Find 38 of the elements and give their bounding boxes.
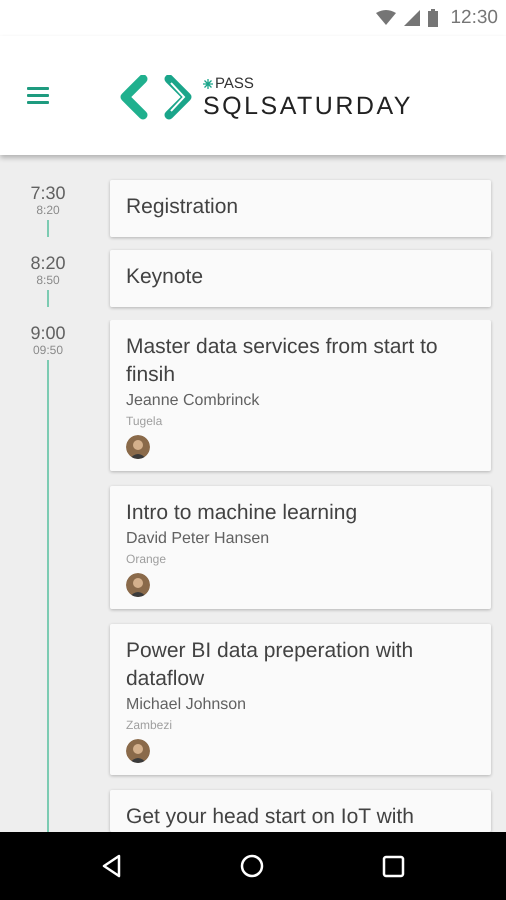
end-time: 8:20 xyxy=(36,203,60,217)
end-time: 8:50 xyxy=(36,273,60,287)
timeline-line xyxy=(47,290,49,307)
timeline-line xyxy=(47,220,49,237)
speaker-name: Michael Johnson xyxy=(126,695,246,715)
brackets-logo-icon xyxy=(119,74,193,120)
signal-icon xyxy=(404,10,420,26)
end-time: 09:50 xyxy=(32,343,64,357)
asterisk-icon xyxy=(203,78,213,88)
session-card[interactable]: Keynote xyxy=(110,250,491,307)
wifi-icon xyxy=(376,10,396,26)
speaker-name: Jeanne Combrinck xyxy=(126,391,260,411)
battery-icon xyxy=(428,9,438,27)
session-title: Keynote xyxy=(126,264,204,290)
session-card[interactable]: Get your head start on IoT with xyxy=(110,790,491,832)
session-card[interactable]: Power BI data preperation with dataflow Michael Johnson Zambezi xyxy=(110,624,491,775)
session-title: Power BI data preperation with dataflow xyxy=(126,638,414,692)
room-name: Orange xyxy=(126,551,166,568)
home-icon[interactable] xyxy=(240,854,264,878)
session-title: Registration xyxy=(126,194,238,220)
session-title: Get your head start on IoT with xyxy=(126,804,414,830)
session-card[interactable]: Registration xyxy=(110,180,491,237)
status-time: 12:30 xyxy=(450,7,498,29)
start-time: 7:30 xyxy=(30,183,66,203)
logo-subtitle: PASS xyxy=(215,76,254,92)
room-name: Tugela xyxy=(126,413,162,430)
start-time: 9:00 xyxy=(30,323,66,343)
start-time: 8:20 xyxy=(30,253,66,273)
recents-icon[interactable] xyxy=(382,854,405,878)
session-card[interactable]: Intro to machine learning David Peter Hansen Orange xyxy=(110,486,491,609)
session-title: Intro to machine learning xyxy=(126,500,358,526)
room-name: Zambezi xyxy=(126,717,172,734)
logo-title: SQLSATURDAY xyxy=(203,92,413,120)
back-icon[interactable] xyxy=(101,854,122,878)
speaker-name: David Peter Hansen xyxy=(126,529,270,549)
menu-icon[interactable] xyxy=(27,87,49,104)
session-title: Master data services from start to finsih xyxy=(126,334,439,388)
session-card[interactable]: Master data services from start to finsih Jeanne Combrinck Tugela xyxy=(110,320,491,471)
